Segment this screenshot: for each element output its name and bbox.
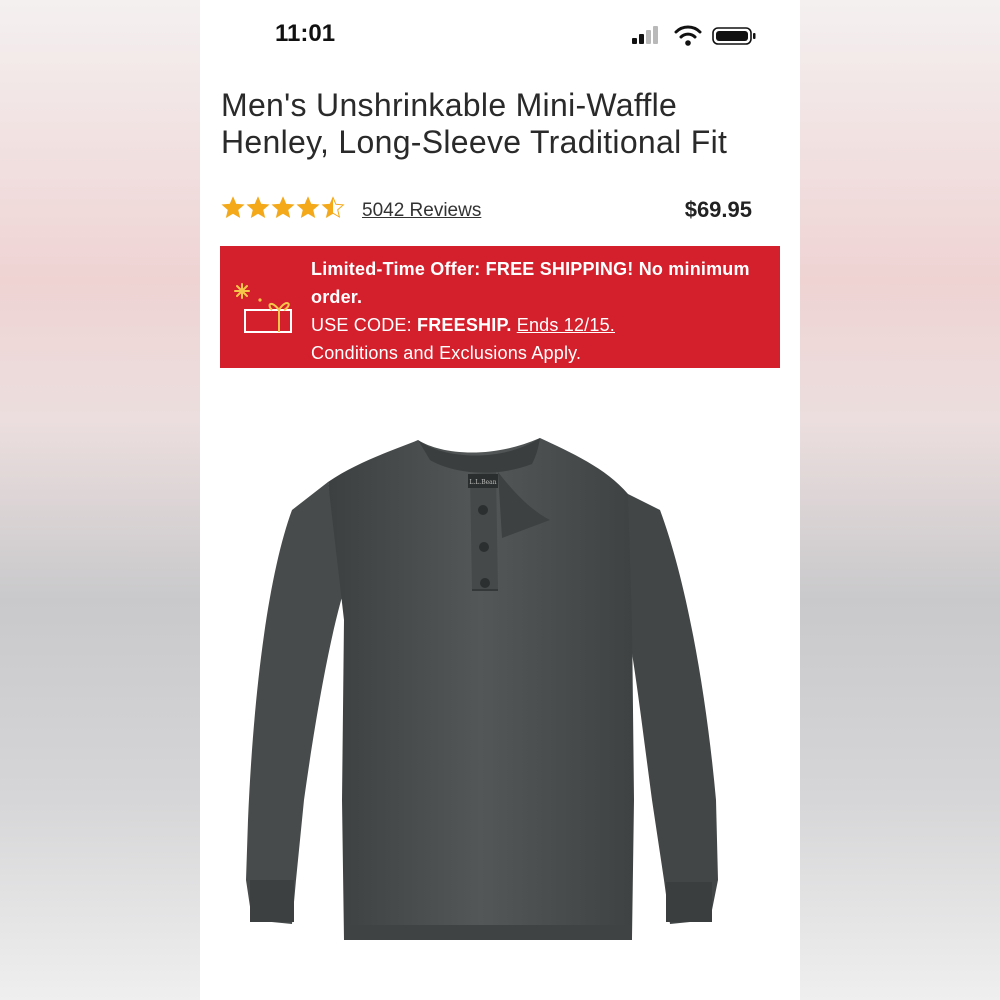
phone-screen: 11:01 Men's Unshrinkable Mini-Waffle Hen… bbox=[200, 0, 800, 1000]
product-price: $69.95 bbox=[684, 197, 752, 222]
battery-icon bbox=[712, 27, 756, 45]
status-bar: 11:01 bbox=[200, 0, 800, 60]
promo-headline: Limited-Time Offer: FREE SHIPPING! No mi… bbox=[311, 259, 750, 307]
star-half-icon bbox=[321, 196, 345, 219]
reviews-link[interactable]: 5042 Reviews bbox=[362, 200, 481, 222]
henley-shirt-image[interactable]: L.L.Bean bbox=[240, 420, 740, 960]
background-right bbox=[800, 0, 1000, 1000]
promo-code-label: USE CODE: bbox=[311, 315, 418, 335]
promo-conditions: Conditions and Exclusions Apply. bbox=[311, 343, 582, 363]
star-full-icon bbox=[221, 196, 245, 219]
cellular-signal-icon bbox=[632, 26, 664, 44]
promo-ends-link[interactable]: Ends 12/15. bbox=[517, 315, 615, 335]
gift-box-icon bbox=[234, 283, 292, 333]
status-time: 11:01 bbox=[275, 20, 336, 47]
promo-code: FREESHIP. bbox=[417, 315, 512, 335]
brand-label: L.L.Bean bbox=[469, 479, 496, 486]
rating-row: 5042 Reviews $69.95 bbox=[221, 196, 781, 226]
star-rating bbox=[221, 196, 346, 224]
promo-code-line: USE CODE: FREESHIP. Ends 12/15. bbox=[311, 311, 771, 339]
star-full-icon bbox=[271, 196, 295, 219]
star-full-icon bbox=[246, 196, 270, 219]
promo-text: Limited-Time Offer: FREE SHIPPING! No mi… bbox=[311, 255, 771, 367]
wifi-icon bbox=[674, 25, 702, 46]
star-full-icon bbox=[296, 196, 320, 219]
product-title: Men's Unshrinkable Mini-Waffle Henley, L… bbox=[221, 87, 728, 161]
promo-banner[interactable]: Limited-Time Offer: FREE SHIPPING! No mi… bbox=[220, 246, 780, 368]
background-left bbox=[0, 0, 200, 1000]
